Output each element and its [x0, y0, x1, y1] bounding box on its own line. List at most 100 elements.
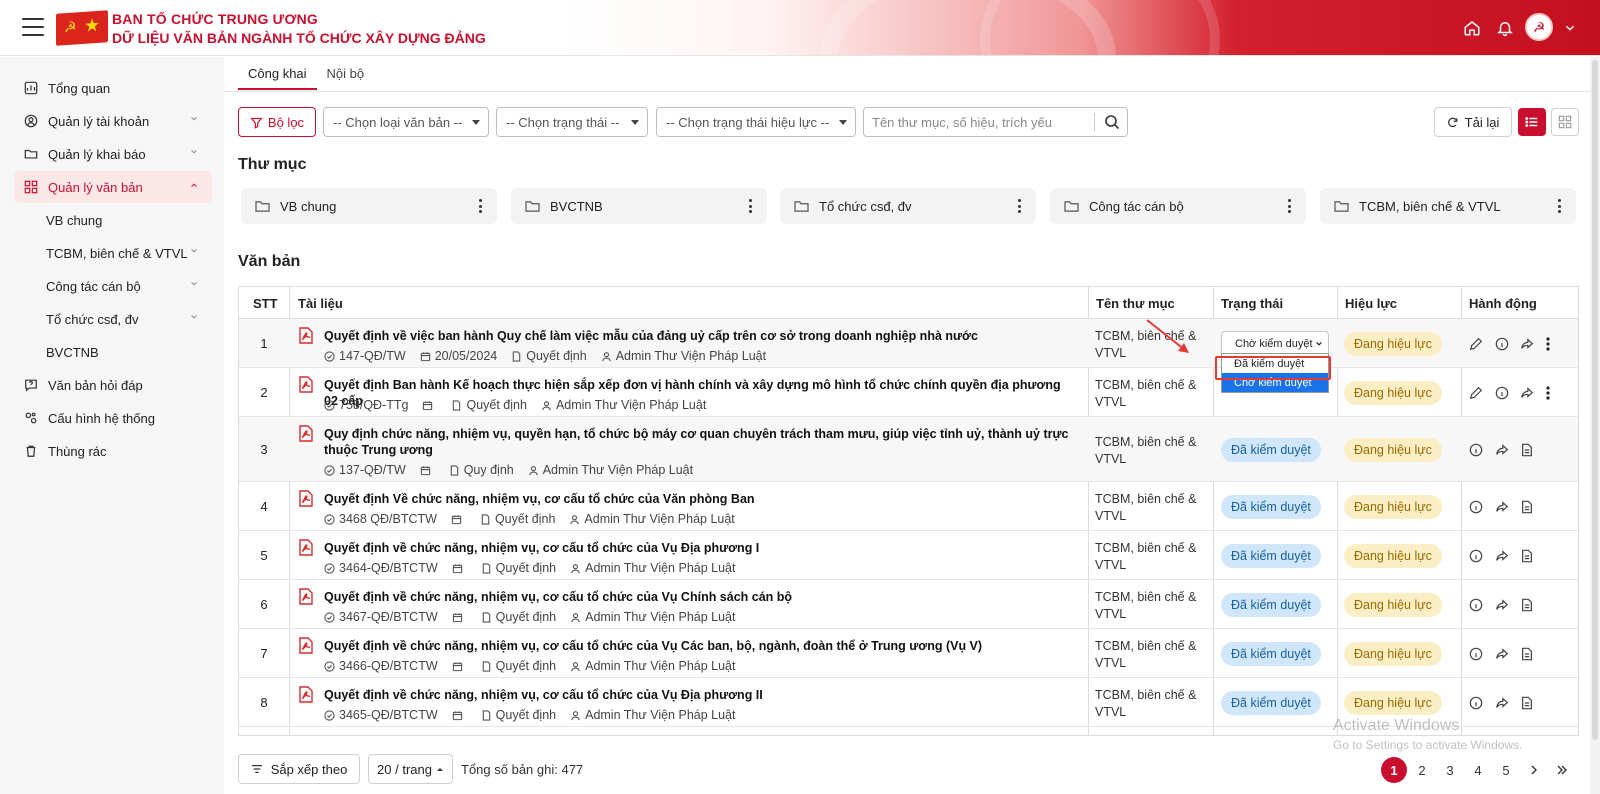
document-title[interactable]: Quyết định về chức năng, nhiệm vụ, cơ cấ…: [324, 638, 1069, 654]
share-icon[interactable]: [1494, 499, 1510, 515]
last-page-icon[interactable]: [1549, 757, 1575, 783]
next-page-icon[interactable]: [1521, 757, 1547, 783]
sidebar-item-label: Tổng quan: [48, 80, 111, 96]
info-icon[interactable]: [1468, 597, 1484, 613]
menu-icon[interactable]: [22, 18, 44, 36]
share-icon[interactable]: [1494, 597, 1510, 613]
sidebar-item-trash[interactable]: Thùng rác: [14, 435, 212, 467]
more-vertical-icon[interactable]: [749, 199, 753, 213]
folders-heading: Thư mục: [238, 156, 307, 173]
user-icon: [571, 612, 580, 622]
folder-card[interactable]: VB chung: [241, 188, 497, 224]
refresh-icon: [1447, 117, 1458, 128]
info-icon[interactable]: [1468, 548, 1484, 564]
info-icon[interactable]: [1468, 695, 1484, 711]
chevron-down-icon[interactable]: [1558, 16, 1582, 40]
page-3[interactable]: 3: [1437, 757, 1463, 783]
status-select[interactable]: -- Chọn trạng thái --: [496, 107, 648, 137]
sidebar-subitem-to-chuc-csd[interactable]: Tổ chức csđ, đv: [14, 303, 212, 335]
share-icon[interactable]: [1519, 385, 1535, 401]
page-5[interactable]: 5: [1493, 757, 1519, 783]
status-option-pending[interactable]: Chờ kiểm duyệt: [1222, 373, 1328, 392]
column-header-actions: Hành động: [1469, 295, 1537, 311]
search-input[interactable]: [872, 113, 1092, 131]
avatar[interactable]: ☭: [1525, 13, 1553, 41]
edit-icon[interactable]: [1468, 385, 1484, 401]
share-icon[interactable]: [1494, 548, 1510, 564]
file-icon[interactable]: [1519, 646, 1535, 662]
doc-type-select[interactable]: -- Chọn loại văn bản --: [323, 107, 489, 137]
more-vertical-icon[interactable]: [1018, 199, 1022, 213]
sidebar-subitem-bvctnb[interactable]: BVCTNB: [14, 336, 212, 368]
search-icon[interactable]: [1104, 114, 1120, 130]
info-icon[interactable]: [1468, 499, 1484, 515]
file-icon[interactable]: [1519, 499, 1535, 515]
info-icon[interactable]: [1494, 385, 1510, 401]
home-icon[interactable]: [1460, 16, 1484, 40]
document-icon: [453, 399, 461, 411]
sort-button[interactable]: Sắp xếp theo: [238, 754, 360, 784]
reload-button[interactable]: Tải lại: [1434, 107, 1512, 137]
sidebar-item-accounts[interactable]: Quản lý tài khoản: [14, 105, 212, 137]
page-2[interactable]: 2: [1409, 757, 1435, 783]
filter-button[interactable]: Bộ lọc: [238, 107, 316, 137]
validity-select[interactable]: -- Chọn trạng thái hiệu lực --: [656, 107, 856, 137]
tab-public[interactable]: Công khai: [238, 60, 317, 90]
page-size-select[interactable]: 20 / trang: [368, 754, 453, 784]
folder-card[interactable]: Công tác cán bộ: [1050, 188, 1306, 224]
info-icon[interactable]: [1468, 646, 1484, 662]
sidebar-item-declarations[interactable]: Quản lý khai báo: [14, 138, 212, 170]
more-vertical-icon[interactable]: [1540, 385, 1556, 401]
page-1[interactable]: 1: [1381, 757, 1407, 783]
folder-icon: [24, 147, 38, 161]
folder-card[interactable]: Tổ chức csđ, đv: [780, 188, 1036, 224]
more-vertical-icon[interactable]: [1540, 336, 1556, 352]
user-icon: [571, 710, 580, 720]
more-vertical-icon[interactable]: [1288, 199, 1292, 213]
bell-icon[interactable]: [1493, 16, 1517, 40]
edit-icon[interactable]: [1468, 336, 1484, 352]
sidebar-item-overview[interactable]: Tổng quan: [14, 72, 212, 104]
document-title[interactable]: Quyết định Về chức năng, nhiệm vụ, cơ cấ…: [324, 491, 1069, 507]
share-icon[interactable]: [1494, 695, 1510, 711]
folder-name-cell: TCBM, biên chế & VTVL: [1095, 435, 1197, 466]
tab-internal[interactable]: Nội bộ: [317, 60, 375, 90]
list-view-button[interactable]: [1518, 108, 1546, 136]
document-meta: 3464-QĐ/BTCTW Quyết định Admin Thư Viện Ph…: [324, 561, 749, 575]
folder-icon: [794, 200, 809, 213]
status-option-approved[interactable]: Đã kiểm duyệt: [1222, 354, 1328, 373]
sidebar-item-qa-documents[interactable]: Văn bản hỏi đáp: [14, 369, 212, 401]
more-vertical-icon[interactable]: [479, 199, 483, 213]
info-icon[interactable]: [1468, 442, 1484, 458]
sidebar-subitem-vb-chung[interactable]: VB chung: [14, 204, 212, 236]
more-vertical-icon[interactable]: [1558, 199, 1562, 213]
folder-card[interactable]: TCBM, biên chế & VTVL: [1320, 188, 1576, 224]
sidebar-subitem-cong-tac-can-bo[interactable]: Công tác cán bộ: [14, 270, 212, 302]
share-icon[interactable]: [1494, 442, 1510, 458]
share-icon[interactable]: [1519, 336, 1535, 352]
file-icon[interactable]: [1519, 695, 1535, 711]
folder-card[interactable]: BVCTNB: [511, 188, 767, 224]
grid-view-button[interactable]: [1551, 108, 1579, 136]
validity-badge: Đang hiệu lực: [1344, 438, 1442, 462]
file-icon[interactable]: [1519, 548, 1535, 564]
sidebar-item-documents[interactable]: Quản lý văn bản: [14, 171, 212, 203]
document-title[interactable]: Quy định chức năng, nhiệm vụ, quyền hạn,…: [324, 426, 1069, 458]
document-title[interactable]: Quyết định về chức năng, nhiệm vụ, cơ cấ…: [324, 540, 1069, 556]
calendar-icon: [452, 661, 462, 671]
document-title[interactable]: Quyết định về chức năng, nhiệm vụ, cơ cấ…: [324, 589, 1069, 605]
sidebar-subitem-tcbm[interactable]: TCBM, biên chế & VTVL: [14, 237, 212, 269]
user-icon: [528, 465, 538, 475]
settings-icon: [24, 411, 38, 425]
page-4[interactable]: 4: [1465, 757, 1491, 783]
file-icon[interactable]: [1519, 597, 1535, 613]
share-icon[interactable]: [1494, 646, 1510, 662]
document-title[interactable]: Quyết định về việc ban hành Quy chế làm …: [324, 328, 1069, 344]
document-author: Admin Thư Viện Pháp Luật: [585, 708, 736, 722]
sidebar-item-system-config[interactable]: Cấu hình hệ thống: [14, 402, 212, 434]
document-title[interactable]: Quyết định về chức năng, nhiệm vụ, cơ cấ…: [324, 687, 1069, 703]
file-icon[interactable]: [1519, 442, 1535, 458]
info-icon[interactable]: [1494, 336, 1510, 352]
page-scrollbar[interactable]: [1592, 60, 1598, 740]
row-number: 7: [260, 646, 268, 661]
